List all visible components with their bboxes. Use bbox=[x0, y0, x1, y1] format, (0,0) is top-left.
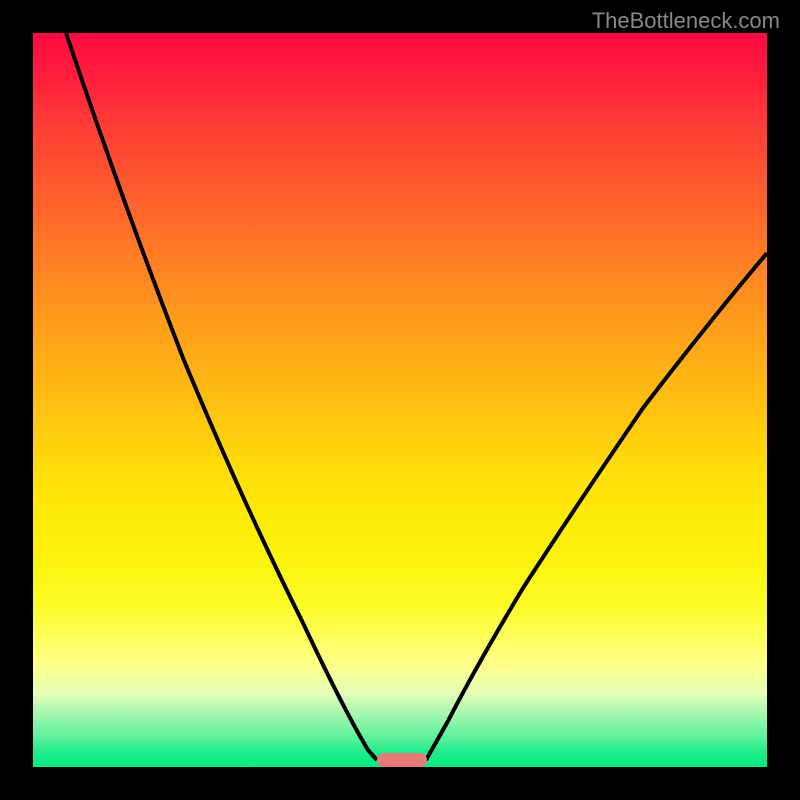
curve-overlay bbox=[33, 33, 767, 767]
right-curve bbox=[426, 253, 767, 760]
chart-area bbox=[33, 33, 767, 767]
left-curve bbox=[66, 33, 377, 760]
watermark-text: TheBottleneck.com bbox=[592, 8, 780, 34]
bottleneck-marker bbox=[377, 753, 427, 767]
